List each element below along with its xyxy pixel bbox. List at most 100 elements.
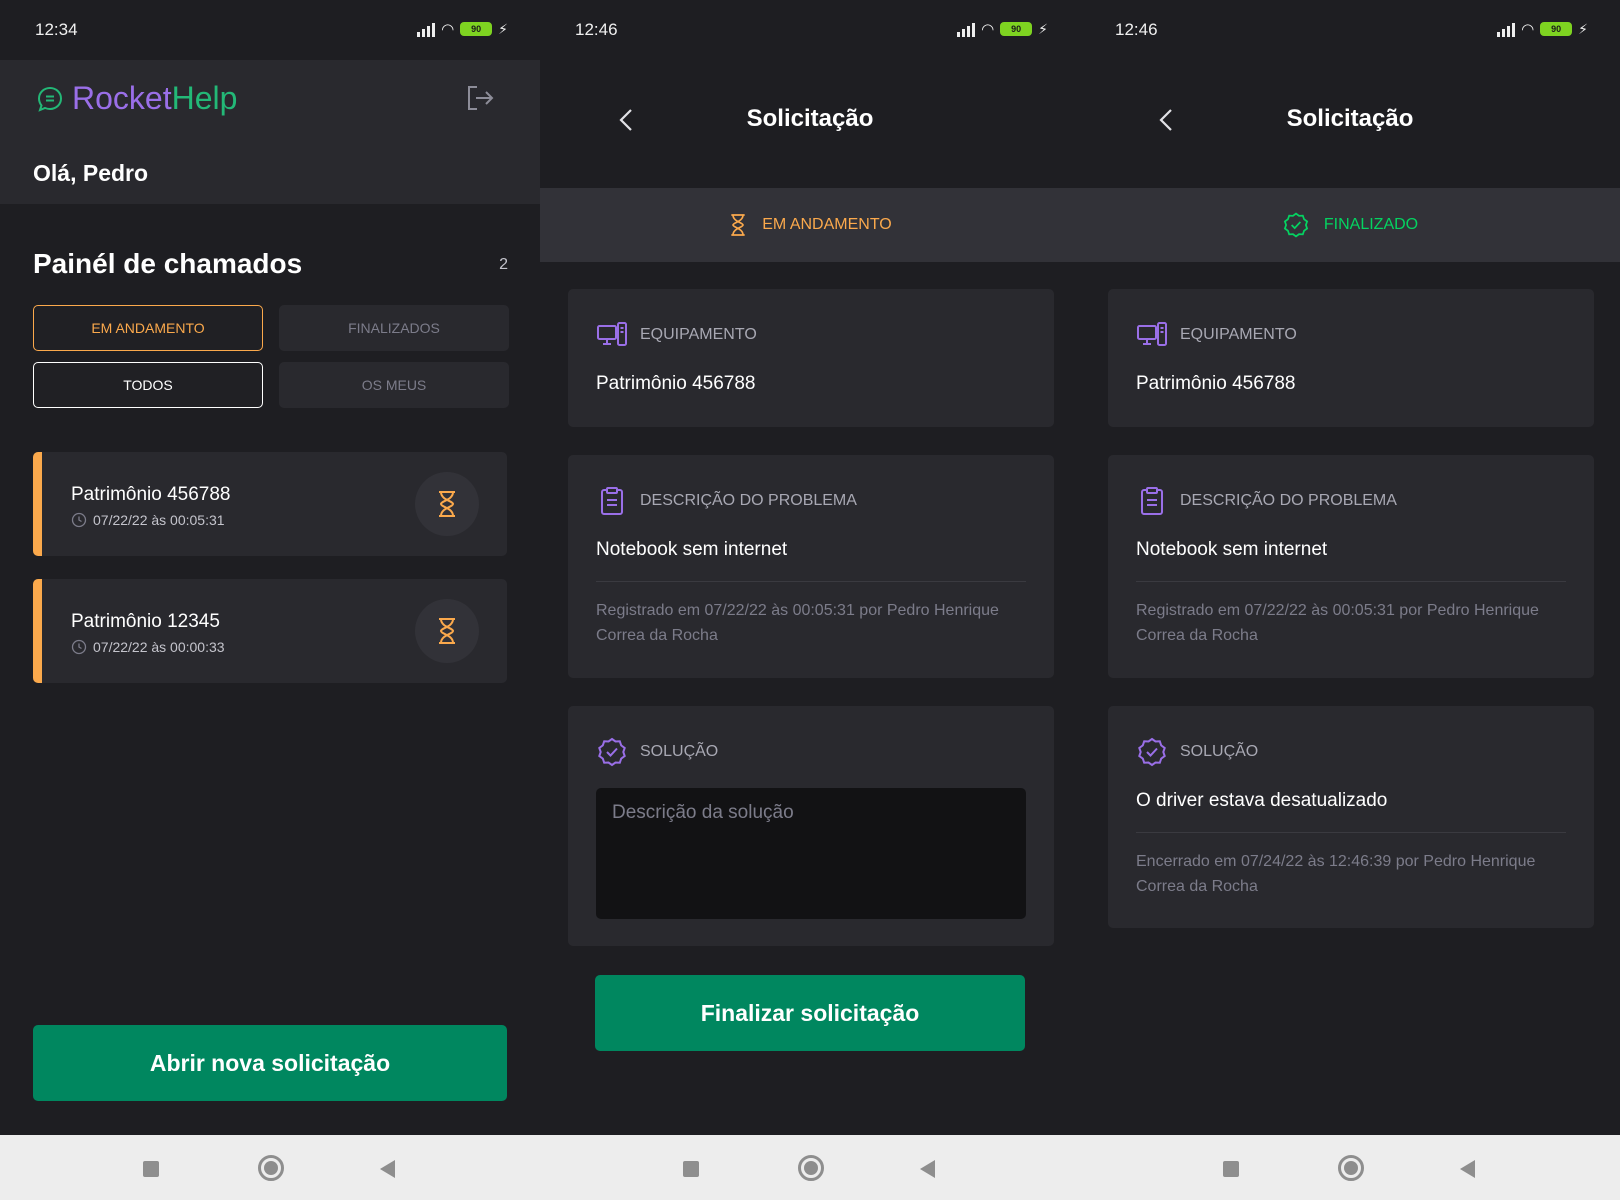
status-icons: ◠ 90 ⚡ bbox=[417, 20, 508, 38]
recent-apps-button[interactable] bbox=[1223, 1161, 1239, 1177]
card-header: SOLUÇÃO bbox=[1136, 736, 1258, 768]
equipment-card: EQUIPAMENTO Patrimônio 456788 bbox=[568, 289, 1054, 427]
order-date-text: 07/22/22 às 00:05:31 bbox=[93, 512, 225, 528]
equipment-value: Patrimônio 456788 bbox=[1136, 373, 1296, 394]
charging-icon: ⚡ bbox=[498, 20, 508, 37]
battery-icon: 90 bbox=[460, 22, 493, 36]
status-icons: ◠ 90 ⚡ bbox=[1497, 20, 1588, 38]
filter-mine-button[interactable]: OS MEUS bbox=[279, 362, 509, 408]
back-button[interactable] bbox=[920, 1160, 935, 1178]
signal-icon bbox=[417, 21, 436, 37]
panel-title: Painél de chamados bbox=[33, 248, 303, 279]
nav-group bbox=[1080, 1135, 1620, 1200]
wifi-icon: ◠ bbox=[1521, 21, 1535, 38]
card-header: EQUIPAMENTO bbox=[1136, 319, 1297, 351]
card-label: DESCRIÇÃO DO PROBLEMA bbox=[640, 492, 857, 509]
registered-info: Registrado em 07/22/22 às 00:05:31 por P… bbox=[1136, 602, 1539, 644]
status-accent-bar bbox=[33, 452, 42, 556]
chat-icon bbox=[37, 86, 63, 112]
order-date: 07/22/22 às 00:05:31 bbox=[71, 512, 225, 528]
card-header: EQUIPAMENTO bbox=[596, 319, 757, 351]
home-header: RocketHelp Olá, Pedro bbox=[0, 60, 540, 204]
filter-in-progress-button[interactable]: EM ANDAMENTO bbox=[33, 305, 263, 351]
new-request-button[interactable]: Abrir nova solicitação bbox=[33, 1025, 507, 1101]
battery-icon: 90 bbox=[1000, 22, 1033, 36]
logout-icon[interactable] bbox=[464, 82, 496, 114]
system-nav-bar bbox=[0, 1135, 1620, 1200]
request-detail-screen: 12:46 ◠ 90 ⚡ Solicitação EM ANDAMENTO EQ… bbox=[540, 0, 1080, 1135]
detail-header: Solicitação bbox=[540, 60, 1080, 188]
back-button[interactable] bbox=[1460, 1160, 1475, 1178]
equipment-value: Patrimônio 456788 bbox=[596, 373, 756, 394]
status-accent-bar bbox=[33, 579, 42, 683]
recent-apps-button[interactable] bbox=[143, 1161, 159, 1177]
home-button[interactable] bbox=[1338, 1155, 1364, 1181]
status-banner: EM ANDAMENTO bbox=[540, 188, 1080, 262]
wifi-icon: ◠ bbox=[441, 21, 455, 38]
card-label: SOLUÇÃO bbox=[1180, 743, 1259, 760]
status-bar: 12:34 ◠ 90 ⚡ bbox=[0, 0, 540, 60]
card-label: EQUIPAMENTO bbox=[1180, 326, 1297, 343]
closed-info: Encerrado em 07/24/22 às 12:46:39 por Pe… bbox=[1136, 853, 1536, 895]
recent-apps-button[interactable] bbox=[683, 1161, 699, 1177]
order-status-badge bbox=[415, 472, 479, 536]
order-card[interactable]: Patrimônio 456788 07/22/22 às 00:05:31 bbox=[33, 452, 507, 556]
filter-finished-button[interactable]: FINALIZADOS bbox=[279, 305, 509, 351]
check-badge-icon bbox=[1283, 212, 1309, 238]
finish-request-button[interactable]: Finalizar solicitação bbox=[595, 975, 1025, 1051]
card-label: DESCRIÇÃO DO PROBLEMA bbox=[1180, 492, 1397, 509]
solution-textarea[interactable]: Descrição da solução bbox=[596, 788, 1026, 919]
status-time: 12:46 bbox=[1115, 20, 1158, 39]
clipboard-icon bbox=[1141, 487, 1163, 515]
description-value: Notebook sem internet bbox=[1136, 539, 1328, 560]
description-card: DESCRIÇÃO DO PROBLEMA Notebook sem inter… bbox=[568, 455, 1054, 678]
solution-card: SOLUÇÃO O driver estava desatualizado En… bbox=[1108, 706, 1594, 928]
nav-group bbox=[540, 1135, 1080, 1200]
check-badge-icon bbox=[598, 737, 626, 767]
hourglass-icon bbox=[439, 491, 455, 517]
status-bar: 12:46 ◠ 90 ⚡ bbox=[1080, 0, 1620, 60]
nav-group bbox=[0, 1135, 540, 1200]
home-button[interactable] bbox=[798, 1155, 824, 1181]
status-time: 12:34 bbox=[35, 20, 78, 39]
filter-all-button[interactable]: TODOS bbox=[33, 362, 263, 408]
signal-icon bbox=[957, 21, 976, 37]
description-card: DESCRIÇÃO DO PROBLEMA Notebook sem inter… bbox=[1108, 455, 1594, 678]
order-title: Patrimônio 12345 bbox=[71, 611, 220, 632]
battery-icon: 90 bbox=[1540, 22, 1573, 36]
status-label: FINALIZADO bbox=[1323, 216, 1419, 233]
registered-info: Registrado em 07/22/22 às 00:05:31 por P… bbox=[596, 602, 999, 644]
greeting-text: Olá, Pedro bbox=[33, 160, 149, 186]
back-button[interactable] bbox=[380, 1160, 395, 1178]
signal-icon bbox=[1497, 21, 1516, 37]
clock-icon bbox=[71, 639, 87, 655]
card-header: DESCRIÇÃO DO PROBLEMA bbox=[1136, 485, 1397, 517]
order-card[interactable]: Patrimônio 12345 07/22/22 às 00:00:33 bbox=[33, 579, 507, 683]
logo-text-help: Help bbox=[171, 80, 238, 116]
order-status-badge bbox=[415, 599, 479, 663]
hourglass-icon bbox=[731, 214, 745, 236]
status-banner: FINALIZADO bbox=[1080, 188, 1620, 262]
solution-card: SOLUÇÃO Descrição da solução bbox=[568, 706, 1054, 946]
home-button[interactable] bbox=[258, 1155, 284, 1181]
detail-header: Solicitação bbox=[1080, 60, 1620, 188]
order-title: Patrimônio 456788 bbox=[71, 484, 231, 505]
status-bar: 12:46 ◠ 90 ⚡ bbox=[540, 0, 1080, 60]
card-header: DESCRIÇÃO DO PROBLEMA bbox=[596, 485, 857, 517]
check-badge-icon bbox=[1138, 737, 1166, 767]
hourglass-icon bbox=[439, 618, 455, 644]
card-label: EQUIPAMENTO bbox=[640, 326, 757, 343]
order-date: 07/22/22 às 00:00:33 bbox=[71, 639, 225, 655]
card-label: SOLUÇÃO bbox=[640, 743, 719, 760]
status-label: EM ANDAMENTO bbox=[762, 216, 892, 233]
desktop-icon bbox=[1137, 322, 1167, 346]
request-detail-finished-screen: 12:46 ◠ 90 ⚡ Solicitação FINALIZADO EQUI… bbox=[1080, 0, 1620, 1135]
description-value: Notebook sem internet bbox=[596, 539, 788, 560]
card-header: SOLUÇÃO bbox=[596, 736, 718, 768]
home-screen: 12:34 ◠ 90 ⚡ RocketHelp Olá, Pedro Painé… bbox=[0, 0, 540, 1135]
orders-count: 2 bbox=[499, 256, 508, 273]
divider bbox=[596, 581, 1026, 582]
equipment-card: EQUIPAMENTO Patrimônio 456788 bbox=[1108, 289, 1594, 427]
wifi-icon: ◠ bbox=[981, 21, 995, 38]
order-date-text: 07/22/22 às 00:00:33 bbox=[93, 639, 225, 655]
